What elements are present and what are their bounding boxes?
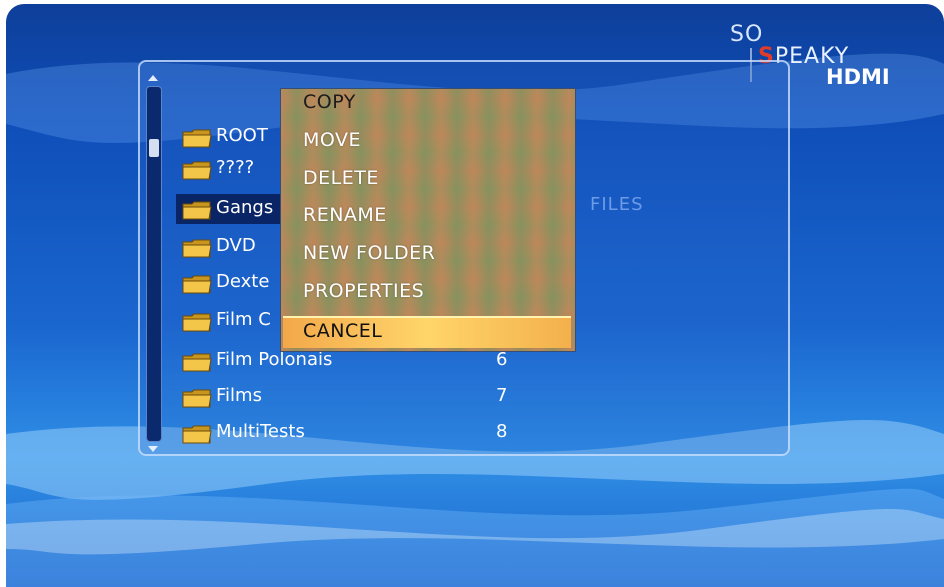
- file-name: ROOT: [216, 125, 268, 146]
- folder-icon: [182, 425, 212, 444]
- menu-item-new-folder[interactable]: NEW FOLDER: [303, 242, 435, 264]
- folder-icon: [182, 129, 212, 148]
- folder-icon: [182, 353, 212, 372]
- logo-line-1: SO: [730, 22, 764, 47]
- folder-icon: [182, 201, 212, 220]
- folder-icon: [182, 389, 212, 408]
- file-name: Films: [216, 385, 262, 406]
- logo-line-3: HDMI: [826, 65, 890, 89]
- cancel-label: CANCEL: [303, 320, 383, 342]
- menu-item-properties[interactable]: PROPERTIES: [303, 280, 424, 302]
- file-index-number: 7: [496, 385, 508, 406]
- file-name: DVD: [216, 235, 256, 256]
- folder-icon: [182, 239, 212, 258]
- folder-icon: [182, 275, 212, 294]
- folder-icon: [182, 161, 212, 180]
- scroll-up-arrow-icon[interactable]: [148, 75, 158, 81]
- context-menu: COPY MOVE DELETE RENAME NEW FOLDER PROPE…: [280, 88, 576, 352]
- scrollbar-thumb[interactable]: [149, 139, 159, 157]
- folder-icon: [182, 313, 212, 332]
- file-name: Gangs: [216, 197, 274, 218]
- file-list-row[interactable]: MultiTests 8: [176, 418, 536, 448]
- menu-item-cancel[interactable]: CANCEL: [283, 316, 571, 348]
- files-column-label: FILES: [590, 194, 644, 215]
- file-name: MultiTests: [216, 421, 305, 442]
- menu-item-copy[interactable]: COPY: [303, 91, 356, 113]
- file-name: Film Polonais: [216, 349, 333, 370]
- list-scrollbar[interactable]: [146, 86, 162, 442]
- scroll-down-arrow-icon[interactable]: [148, 446, 158, 452]
- menu-item-delete[interactable]: DELETE: [303, 167, 379, 189]
- file-index-number: 6: [496, 349, 508, 370]
- menu-item-rename[interactable]: RENAME: [303, 204, 387, 226]
- file-name: Dexte: [216, 271, 270, 292]
- file-index-number: 8: [496, 421, 508, 442]
- file-name: Film C: [216, 309, 271, 330]
- file-list-row[interactable]: Films 7: [176, 382, 536, 412]
- file-name: ????: [216, 157, 255, 178]
- menu-item-move[interactable]: MOVE: [303, 129, 361, 151]
